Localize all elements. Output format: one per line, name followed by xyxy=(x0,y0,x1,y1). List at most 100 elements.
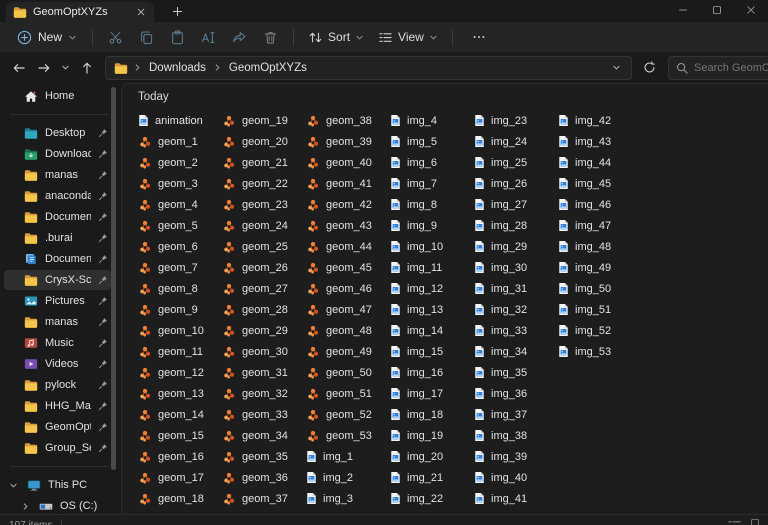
file-img-35[interactable]: img_35 xyxy=(471,362,555,383)
file-img-17[interactable]: img_17 xyxy=(387,383,471,404)
sidebar-item-this-pc[interactable]: This PC xyxy=(4,475,111,495)
file-img-32[interactable]: img_32 xyxy=(471,299,555,320)
sidebar-item-group-semin[interactable]: Group_Semin xyxy=(4,438,111,458)
file-img-10[interactable]: img_10 xyxy=(387,236,471,257)
recent-locations-button[interactable] xyxy=(56,55,74,80)
new-button[interactable]: New xyxy=(9,26,85,49)
file-geom-13[interactable]: geom_13 xyxy=(135,383,219,404)
file-geom-17[interactable]: geom_17 xyxy=(135,467,219,488)
file-geom-46[interactable]: geom_46 xyxy=(303,278,387,299)
file-geom-41[interactable]: geom_41 xyxy=(303,173,387,194)
sidebar-item-geomoptxyz[interactable]: GeomOptXYZ xyxy=(4,417,111,437)
file-geom-39[interactable]: geom_39 xyxy=(303,131,387,152)
file-img-33[interactable]: img_33 xyxy=(471,320,555,341)
file-img-21[interactable]: img_21 xyxy=(387,467,471,488)
sidebar-item-crysx-screen[interactable]: CrysX-Screen xyxy=(4,270,111,290)
file-geom-14[interactable]: geom_14 xyxy=(135,404,219,425)
file-geom-15[interactable]: geom_15 xyxy=(135,425,219,446)
file-img-23[interactable]: img_23 xyxy=(471,110,555,131)
file-geom-37[interactable]: geom_37 xyxy=(219,488,303,509)
breadcrumb-item-geomoptxyzs[interactable]: GeomOptXYZs xyxy=(227,61,309,75)
sidebar-item-pylock[interactable]: pylock xyxy=(4,375,111,395)
file-geom-26[interactable]: geom_26 xyxy=(219,257,303,278)
file-img-4[interactable]: img_4 xyxy=(387,110,471,131)
sort-button[interactable]: Sort xyxy=(301,26,371,49)
sidebar-item-pictures[interactable]: Pictures xyxy=(4,291,111,311)
file-geom-53[interactable]: geom_53 xyxy=(303,425,387,446)
file-geom-31[interactable]: geom_31 xyxy=(219,362,303,383)
file-img-46[interactable]: img_46 xyxy=(555,194,639,215)
file-geom-7[interactable]: geom_7 xyxy=(135,257,219,278)
file-img-36[interactable]: img_36 xyxy=(471,383,555,404)
share-button[interactable] xyxy=(224,25,255,49)
address-dropdown-button[interactable] xyxy=(610,63,623,72)
file-img-11[interactable]: img_11 xyxy=(387,257,471,278)
file-img-53[interactable]: img_53 xyxy=(555,341,639,362)
file-img-49[interactable]: img_49 xyxy=(555,257,639,278)
file-img-44[interactable]: img_44 xyxy=(555,152,639,173)
sidebar-item-documents[interactable]: Documents xyxy=(4,207,111,227)
sidebar-item-music[interactable]: Music xyxy=(4,333,111,353)
file-img-45[interactable]: img_45 xyxy=(555,173,639,194)
file-img-31[interactable]: img_31 xyxy=(471,278,555,299)
file-img-43[interactable]: img_43 xyxy=(555,131,639,152)
file-geom-35[interactable]: geom_35 xyxy=(219,446,303,467)
sidebar-item-manas[interactable]: manas xyxy=(4,312,111,332)
file-geom-28[interactable]: geom_28 xyxy=(219,299,303,320)
file-geom-20[interactable]: geom_20 xyxy=(219,131,303,152)
file-geom-11[interactable]: geom_11 xyxy=(135,341,219,362)
forward-button[interactable] xyxy=(31,55,56,80)
file-geom-25[interactable]: geom_25 xyxy=(219,236,303,257)
chevron-down-icon[interactable] xyxy=(7,481,20,490)
file-img-47[interactable]: img_47 xyxy=(555,215,639,236)
file-img-13[interactable]: img_13 xyxy=(387,299,471,320)
file-img-12[interactable]: img_12 xyxy=(387,278,471,299)
file-geom-1[interactable]: geom_1 xyxy=(135,131,219,152)
file-geom-4[interactable]: geom_4 xyxy=(135,194,219,215)
file-img-6[interactable]: img_6 xyxy=(387,152,471,173)
file-geom-12[interactable]: geom_12 xyxy=(135,362,219,383)
file-img-50[interactable]: img_50 xyxy=(555,278,639,299)
file-geom-30[interactable]: geom_30 xyxy=(219,341,303,362)
file-img-25[interactable]: img_25 xyxy=(471,152,555,173)
file-geom-16[interactable]: geom_16 xyxy=(135,446,219,467)
details-view-icon[interactable] xyxy=(727,518,742,525)
file-img-38[interactable]: img_38 xyxy=(471,425,555,446)
explorer-tab[interactable]: GeomOptXYZs xyxy=(6,2,154,22)
file-img-8[interactable]: img_8 xyxy=(387,194,471,215)
file-geom-32[interactable]: geom_32 xyxy=(219,383,303,404)
file-geom-22[interactable]: geom_22 xyxy=(219,173,303,194)
sidebar-item-videos[interactable]: Videos xyxy=(4,354,111,374)
file-img-24[interactable]: img_24 xyxy=(471,131,555,152)
copy-button[interactable] xyxy=(131,25,162,49)
file-geom-23[interactable]: geom_23 xyxy=(219,194,303,215)
file-img-15[interactable]: img_15 xyxy=(387,341,471,362)
more-options-button[interactable] xyxy=(464,26,494,48)
file-img-40[interactable]: img_40 xyxy=(471,467,555,488)
file-geom-34[interactable]: geom_34 xyxy=(219,425,303,446)
file-geom-19[interactable]: geom_19 xyxy=(219,110,303,131)
file-geom-47[interactable]: geom_47 xyxy=(303,299,387,320)
group-header-today[interactable]: Today xyxy=(138,91,768,103)
file-img-51[interactable]: img_51 xyxy=(555,299,639,320)
file-geom-5[interactable]: geom_5 xyxy=(135,215,219,236)
tab-close-icon[interactable] xyxy=(135,6,147,18)
file-geom-38[interactable]: geom_38 xyxy=(303,110,387,131)
file-animation[interactable]: animation xyxy=(135,110,219,131)
cut-button[interactable] xyxy=(100,25,131,49)
file-img-7[interactable]: img_7 xyxy=(387,173,471,194)
file-img-5[interactable]: img_5 xyxy=(387,131,471,152)
breadcrumb[interactable]: Downloads GeomOptXYZs xyxy=(105,56,632,80)
chevron-right-icon[interactable] xyxy=(19,502,32,511)
file-img-20[interactable]: img_20 xyxy=(387,446,471,467)
sidebar-item-os-c[interactable]: OS (C:) xyxy=(16,496,111,516)
file-geom-51[interactable]: geom_51 xyxy=(303,383,387,404)
file-geom-45[interactable]: geom_45 xyxy=(303,257,387,278)
file-geom-3[interactable]: geom_3 xyxy=(135,173,219,194)
file-img-22[interactable]: img_22 xyxy=(387,488,471,509)
file-img-34[interactable]: img_34 xyxy=(471,341,555,362)
file-geom-24[interactable]: geom_24 xyxy=(219,215,303,236)
sidebar-item-documents[interactable]: Documents xyxy=(4,249,111,269)
file-geom-42[interactable]: geom_42 xyxy=(303,194,387,215)
file-img-30[interactable]: img_30 xyxy=(471,257,555,278)
